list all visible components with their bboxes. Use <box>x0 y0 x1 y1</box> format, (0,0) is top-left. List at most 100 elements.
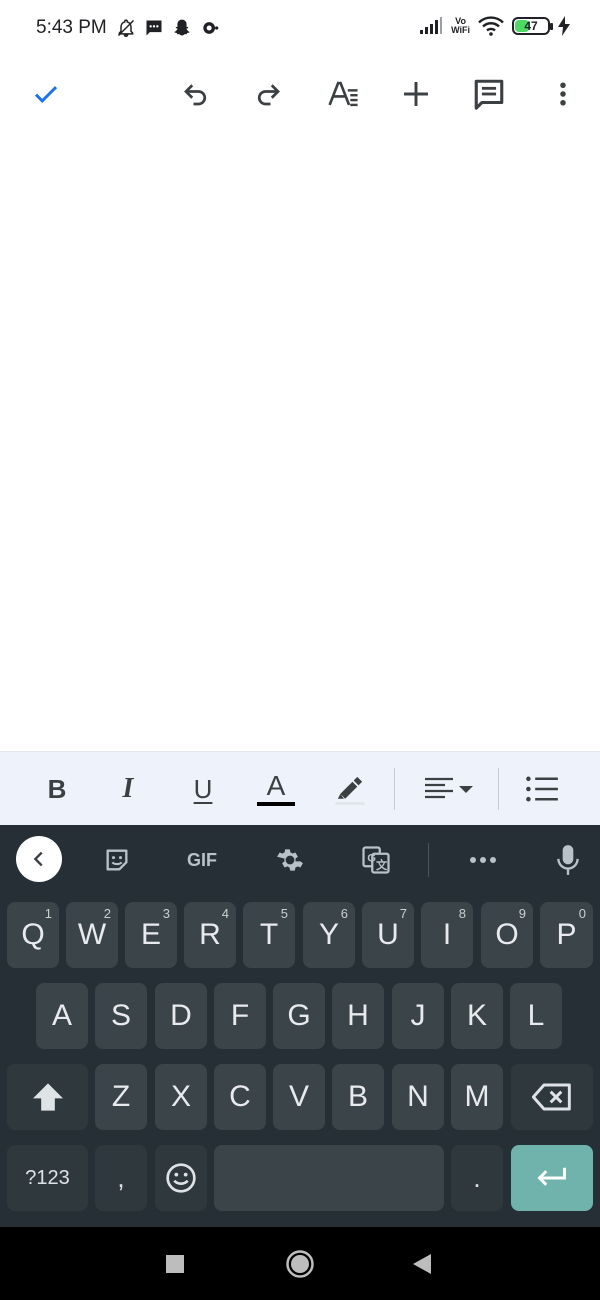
format-divider-2 <box>498 768 499 810</box>
signal-icon <box>420 17 443 34</box>
key-g[interactable]: G <box>273 983 325 1049</box>
key-y[interactable]: Y6 <box>303 902 355 968</box>
vowifi-indicator: Vo WiFi <box>451 17 470 35</box>
underline-button[interactable]: U <box>183 769 223 809</box>
highlight-button[interactable] <box>330 769 370 809</box>
undo-button[interactable] <box>176 74 216 114</box>
space-key[interactable] <box>214 1145 444 1211</box>
key-x[interactable]: X <box>155 1064 207 1130</box>
text-format-button[interactable] <box>323 74 363 114</box>
key-hint: 0 <box>578 906 586 921</box>
key-hint: 4 <box>221 906 229 921</box>
emoji-icon <box>166 1163 196 1193</box>
key-label: Y <box>318 918 339 951</box>
shift-icon <box>32 1083 63 1111</box>
keyboard-toolbar-divider <box>428 843 429 877</box>
key-t[interactable]: T5 <box>243 902 295 968</box>
comment-icon <box>474 79 504 110</box>
redo-button[interactable] <box>248 74 288 114</box>
comma-key[interactable]: , <box>95 1145 147 1211</box>
key-e[interactable]: E3 <box>125 902 177 968</box>
key-h[interactable]: H <box>332 983 384 1049</box>
key-o[interactable]: O9 <box>481 902 533 968</box>
wifi-icon <box>478 16 504 36</box>
key-i[interactable]: I8 <box>421 902 473 968</box>
period-key[interactable]: . <box>451 1145 503 1211</box>
status-time: 5:43 PM <box>36 17 107 38</box>
emoji-key[interactable] <box>155 1145 207 1211</box>
snapchat-icon <box>174 19 190 36</box>
keyboard-more-button[interactable] <box>461 838 505 882</box>
key-r[interactable]: R4 <box>184 902 236 968</box>
key-l[interactable]: L <box>510 983 562 1049</box>
more-vert-icon <box>560 82 566 106</box>
navigation-bar <box>0 1227 600 1300</box>
key-label: O <box>495 918 519 951</box>
key-label: P <box>556 918 577 951</box>
back-triangle-icon <box>413 1254 431 1274</box>
insert-button[interactable] <box>396 74 436 114</box>
battery-level: 47 <box>524 19 538 33</box>
key-a[interactable]: A <box>36 983 88 1049</box>
text-color-button[interactable]: A <box>256 769 296 809</box>
enter-icon <box>537 1167 566 1186</box>
key-hint: 2 <box>103 906 111 921</box>
key-label: Q <box>21 918 45 951</box>
back-button[interactable] <box>405 1247 439 1281</box>
recents-button[interactable] <box>158 1247 192 1281</box>
enter-key[interactable] <box>511 1145 593 1211</box>
key-u[interactable]: U7 <box>362 902 414 968</box>
italic-button[interactable]: I <box>108 769 148 809</box>
message-icon <box>146 20 162 36</box>
keyboard-collapse-button[interactable] <box>16 836 62 882</box>
key-k[interactable]: K <box>451 983 503 1049</box>
symbols-key[interactable]: ?123 <box>7 1145 88 1211</box>
vowifi-line2: WiFi <box>451 25 470 35</box>
key-label: I <box>442 918 452 951</box>
align-left-icon <box>425 777 473 799</box>
key-j[interactable]: J <box>392 983 444 1049</box>
doc-toolbar <box>0 60 600 128</box>
key-s[interactable]: S <box>95 983 147 1049</box>
shift-key[interactable] <box>7 1064 88 1130</box>
key-q[interactable]: Q1 <box>7 902 59 968</box>
done-button[interactable] <box>26 74 66 114</box>
battery-indicator: 47 <box>512 17 553 35</box>
key-m[interactable]: M <box>451 1064 503 1130</box>
key-w[interactable]: W2 <box>66 902 118 968</box>
key-p[interactable]: P0 <box>540 902 593 968</box>
bold-button[interactable]: B <box>37 769 77 809</box>
align-button[interactable] <box>422 769 476 809</box>
key-n[interactable]: N <box>392 1064 444 1130</box>
translate-button[interactable]: G文 <box>354 838 398 882</box>
key-label: R <box>199 918 221 951</box>
key-b[interactable]: B <box>332 1064 384 1130</box>
key-c[interactable]: C <box>214 1064 266 1130</box>
document-body[interactable] <box>0 130 600 750</box>
voice-input-button[interactable] <box>546 838 590 882</box>
gif-button[interactable]: GIF <box>180 838 224 882</box>
key-v[interactable]: V <box>273 1064 325 1130</box>
key-hint: 3 <box>162 906 170 921</box>
sticker-button[interactable] <box>95 838 139 882</box>
bullet-list-button[interactable] <box>522 769 562 809</box>
undo-icon <box>184 84 207 106</box>
home-circle-icon <box>286 1250 314 1278</box>
key-z[interactable]: Z <box>95 1064 147 1130</box>
format-bar: B I U A <box>0 751 600 825</box>
backspace-key[interactable] <box>511 1064 593 1130</box>
key-label: T <box>259 918 279 951</box>
keyboard-settings-button[interactable] <box>268 838 312 882</box>
more-options-button[interactable] <box>543 74 583 114</box>
key-hint: 6 <box>340 906 348 921</box>
more-horiz-icon <box>470 857 496 863</box>
bullet-list-icon <box>526 776 558 802</box>
key-f[interactable]: F <box>214 983 266 1049</box>
comment-button[interactable] <box>469 74 509 114</box>
key-d[interactable]: D <box>155 983 207 1049</box>
home-button[interactable] <box>283 1247 317 1281</box>
svg-text:文: 文 <box>376 858 388 872</box>
insert-plus-icon <box>404 82 428 106</box>
format-divider <box>394 768 395 810</box>
key-hint: 5 <box>280 906 288 921</box>
